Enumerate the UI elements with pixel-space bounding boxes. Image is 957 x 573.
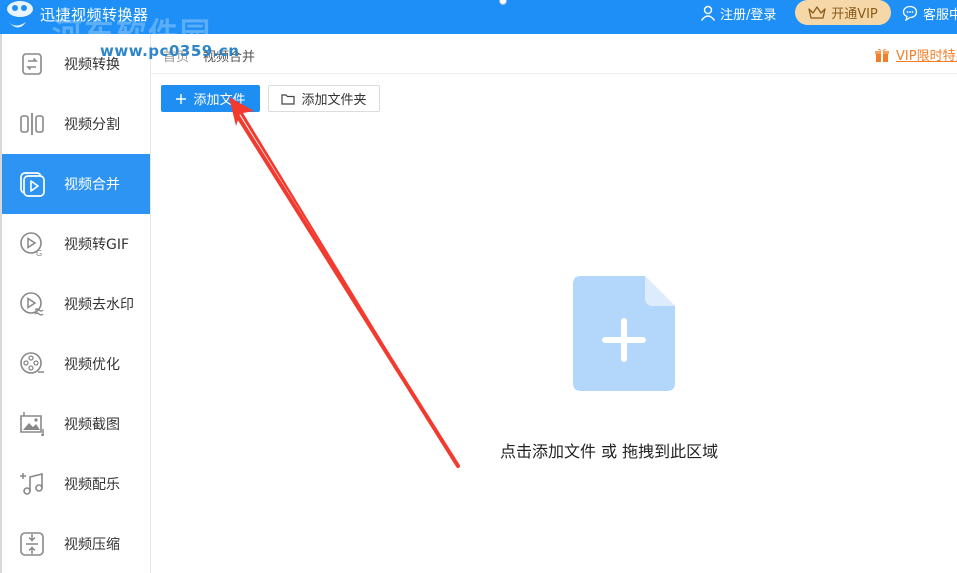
sidebar-item-video-screenshot[interactable]: 视频截图 bbox=[0, 394, 150, 454]
add-folder-button[interactable]: 添加文件夹 bbox=[268, 85, 380, 112]
svg-text:G: G bbox=[36, 249, 42, 258]
watermark-remove-icon bbox=[20, 292, 44, 316]
film-reel-icon bbox=[20, 352, 44, 374]
gift-icon bbox=[875, 48, 889, 62]
sidebar-item-label: 视频截图 bbox=[64, 417, 120, 433]
add-folder-label: 添加文件夹 bbox=[301, 93, 367, 108]
breadcrumb: 首页 > 视频合并 VIP限时特惠 bbox=[151, 34, 957, 74]
customer-service-button[interactable]: 客服中 bbox=[902, 3, 957, 23]
sidebar-item-video-optimize[interactable]: 视频优化 bbox=[0, 334, 150, 394]
folder-icon bbox=[281, 93, 296, 105]
title-bar: 迅捷视频转换器 河东软件园 注册/登录 开通VIP 客服中 bbox=[0, 0, 957, 52]
sidebar-item-video-split[interactable]: 视频分割 bbox=[0, 94, 150, 154]
vip-promo-label: VIP限时特惠 bbox=[896, 49, 957, 64]
user-icon bbox=[700, 5, 716, 21]
music-icon bbox=[20, 472, 43, 495]
sidebar-item-label: 视频分割 bbox=[64, 117, 120, 133]
sidebar-item-video-music[interactable]: 视频配乐 bbox=[0, 454, 150, 514]
login-register-label: 注册/登录 bbox=[720, 7, 777, 23]
sidebar-item-label: 视频配乐 bbox=[64, 477, 120, 493]
crown-icon bbox=[808, 5, 826, 19]
customer-service-label: 客服中 bbox=[923, 7, 957, 23]
app-logo-icon bbox=[7, 1, 33, 28]
open-vip-label: 开通VIP bbox=[831, 7, 878, 22]
convert-icon bbox=[22, 53, 42, 75]
add-file-label: 添加文件 bbox=[193, 93, 246, 108]
sidebar-item-label: 视频合并 bbox=[64, 177, 120, 193]
compress-icon bbox=[20, 532, 44, 556]
gif-icon: G bbox=[20, 232, 42, 258]
file-drop-zone[interactable]: 点击添加文件 或 拖拽到此区域 bbox=[400, 250, 850, 490]
window-left-edge bbox=[0, 34, 2, 573]
merge-play-icon bbox=[20, 172, 45, 197]
sidebar-item-remove-watermark[interactable]: 视频去水印 bbox=[0, 274, 150, 334]
sidebar-item-label: 视频优化 bbox=[64, 357, 120, 373]
sidebar-item-video-to-gif[interactable]: G 视频转GIF bbox=[0, 214, 150, 274]
chat-bubble-icon bbox=[902, 5, 918, 21]
watermark-url: www.pc0359.cn bbox=[100, 42, 240, 60]
open-vip-button[interactable]: 开通VIP bbox=[795, 0, 891, 25]
screenshot-icon bbox=[20, 412, 44, 436]
split-icon bbox=[20, 113, 44, 135]
drop-zone-hint: 点击添加文件 或 拖拽到此区域 bbox=[500, 442, 719, 461]
login-register-button[interactable]: 注册/登录 bbox=[700, 3, 776, 23]
sidebar: 视频转换 视频分割 视频合并 G 视频转GIF 视频去水印 视频优化 视频截图 … bbox=[0, 34, 151, 573]
sidebar-item-label: 视频转GIF bbox=[64, 237, 130, 253]
window-handle-dot bbox=[499, 0, 507, 5]
add-file-button[interactable]: 添加文件 bbox=[161, 85, 260, 112]
sidebar-item-video-compress[interactable]: 视频压缩 bbox=[0, 514, 150, 573]
sidebar-item-video-merge[interactable]: 视频合并 bbox=[0, 154, 150, 214]
sidebar-item-label: 视频压缩 bbox=[64, 537, 120, 553]
plus-icon bbox=[176, 93, 187, 104]
sidebar-item-label: 视频去水印 bbox=[64, 297, 134, 313]
add-file-icon bbox=[573, 276, 675, 391]
vip-promo-link[interactable]: VIP限时特惠 bbox=[874, 45, 957, 64]
